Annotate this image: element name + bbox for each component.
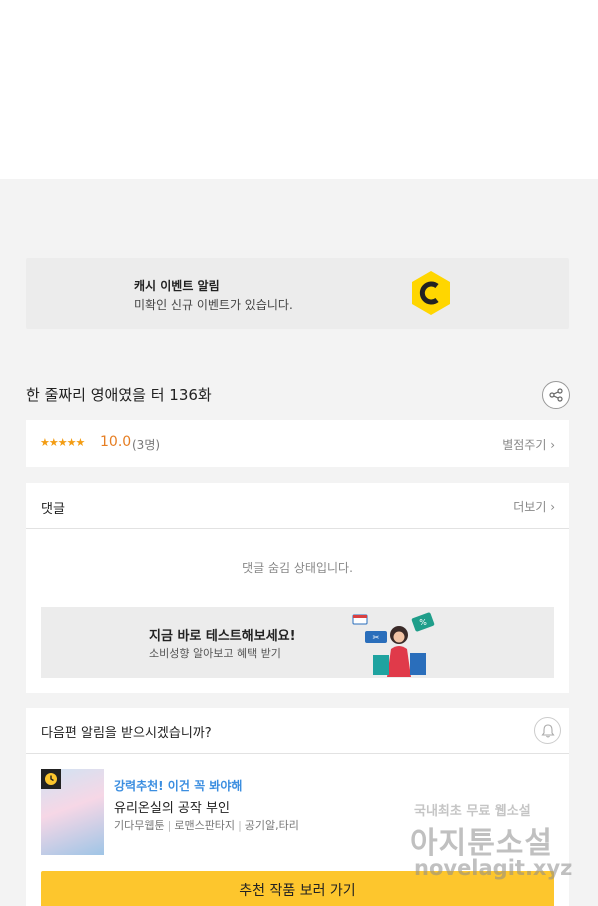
episode-title: 한 줄짜리 영애였을 터 136화 (26, 386, 212, 404)
shopping-woman-illustration: ✂ % (352, 612, 435, 677)
svg-text:✂: ✂ (373, 633, 380, 642)
meta-author: 공기알,타리 (244, 819, 299, 832)
ad-area (0, 0, 598, 179)
rating-score: 10.0 (100, 434, 132, 450)
divider (26, 753, 569, 754)
recommended-cover-image[interactable] (41, 769, 104, 855)
rate-button[interactable]: 별점주기 › (502, 436, 555, 453)
next-episode-section: 다음편 알림을 받으시겠습니까? 강력추천! 이건 꼭 봐야해 유리온실의 공작… (26, 708, 569, 906)
star-rating-icon: ★★★★★ (40, 436, 85, 449)
comment-hidden-message: 댓글 숨김 상태입니다. (242, 561, 353, 575)
notify-question: 다음편 알림을 받으시겠습니까? (41, 726, 212, 741)
recommended-meta: 기다무웹툰 | 로맨스판타지 | 공기알,타리 (114, 819, 299, 832)
comment-more-link[interactable]: 더보기 › (513, 498, 555, 515)
wait-free-badge (41, 769, 61, 789)
test-banner[interactable]: 지금 바로 테스트해보세요! 소비성향 알아보고 혜택 받기 ✂ % (41, 607, 554, 678)
meta-genre: 로맨스판타지 (174, 819, 236, 832)
comment-title: 댓글 (41, 502, 65, 517)
divider (26, 528, 569, 529)
cash-coin-icon (412, 271, 450, 315)
share-button[interactable] (542, 381, 570, 409)
svg-text:%: % (419, 618, 427, 627)
share-icon (549, 388, 563, 402)
recommended-title[interactable]: 유리온실의 공작 부인 (114, 797, 230, 816)
bell-icon (540, 724, 555, 738)
test-banner-subtitle: 소비성향 알아보고 혜택 받기 (149, 647, 281, 660)
recommendation-tag: 강력추천! 이건 꼭 봐야해 (114, 779, 243, 793)
rating-count: (3명) (132, 438, 161, 452)
cash-event-banner[interactable]: 캐시 이벤트 알림 미확인 신규 이벤트가 있습니다. (26, 258, 569, 329)
event-subtitle: 미확인 신규 이벤트가 있습니다. (134, 298, 293, 312)
comment-section: 댓글 더보기 › 댓글 숨김 상태입니다. 지금 바로 테스트해보세요! 소비성… (26, 483, 569, 693)
event-title: 캐시 이벤트 알림 (134, 279, 220, 293)
test-banner-title: 지금 바로 테스트해보세요! (149, 629, 296, 644)
rating-card: ★★★★★ 10.0 (3명) 별점주기 › (26, 420, 569, 467)
notify-bell-button[interactable] (534, 717, 561, 744)
clock-icon (45, 773, 57, 785)
meta-category: 기다무웹툰 (114, 819, 165, 832)
recommendation-cta-button[interactable]: 추천 작품 보러 가기 (41, 871, 554, 906)
